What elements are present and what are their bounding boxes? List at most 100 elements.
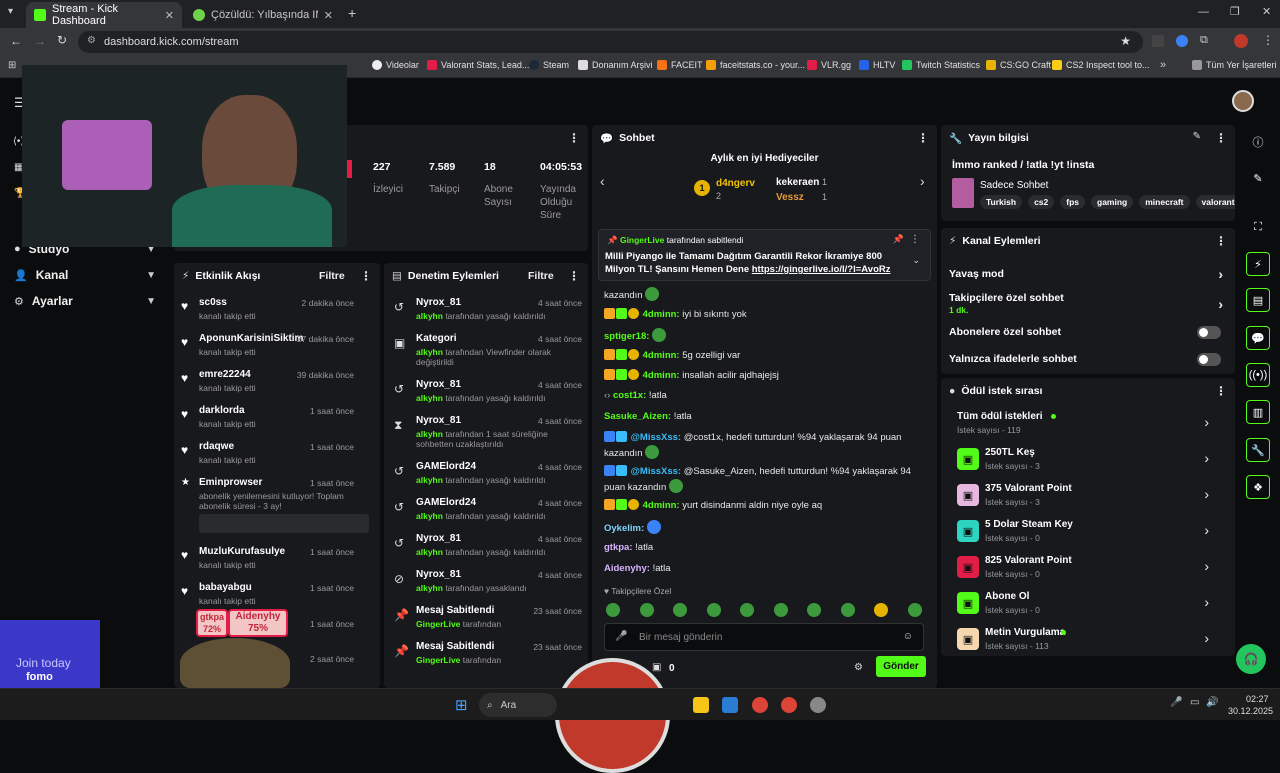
emote-icon[interactable] <box>874 603 889 617</box>
sidebar-item-settings[interactable]: ⚙ Ayarlar ▼ <box>0 288 170 314</box>
edit-pencil-icon[interactable]: ✎ <box>1246 166 1270 190</box>
more-options-icon[interactable]: ⋮ <box>1215 384 1227 398</box>
tag[interactable]: Turkish <box>980 195 1023 209</box>
chevron-down-icon[interactable]: ⌄ <box>912 255 920 266</box>
gifter-name[interactable]: Vessz <box>776 192 804 203</box>
clock-time[interactable]: 02:27 <box>1246 694 1269 704</box>
microphone-icon[interactable]: 🎤 <box>1170 697 1182 708</box>
tab-imei[interactable]: Çözüldü: Yılbaşında IMEI sıfırlar ✕ <box>185 2 341 28</box>
emotes-chat-toggle[interactable] <box>1197 352 1221 366</box>
bookmark-item[interactable]: Valorant Stats, Lead... <box>427 60 529 70</box>
chat-username[interactable]: 4dminn: <box>643 309 680 320</box>
back-icon[interactable]: ← <box>10 34 22 48</box>
extension-icon[interactable] <box>1152 35 1164 47</box>
feed-username[interactable]: MuzluKurufasulye <box>199 546 285 557</box>
followers-chat-row[interactable]: Takipçilere özel sohbet 1 dk. › <box>949 290 1229 318</box>
clock-date[interactable]: 30.12.2025 <box>1228 706 1273 716</box>
user-avatar[interactable] <box>1232 90 1254 112</box>
chevron-left-icon[interactable]: ‹ <box>600 173 605 189</box>
tab-kick-dashboard[interactable]: Stream - Kick Dashboard ✕ <box>26 2 182 28</box>
tab-search-icon[interactable]: ▾ <box>8 6 13 17</box>
emote-icon[interactable] <box>907 603 922 617</box>
tag[interactable]: cs2 <box>1028 195 1055 209</box>
bookmark-item[interactable]: CS:GO Craft <box>986 60 1051 70</box>
bookmark-item[interactable]: Steam <box>529 60 569 70</box>
more-options-icon[interactable]: ⋮ <box>568 131 580 145</box>
mod-target[interactable]: GAMElord24 <box>416 497 476 508</box>
fullscreen-icon[interactable]: ⛶ <box>1246 215 1270 239</box>
new-tab-icon[interactable]: + <box>348 5 356 21</box>
feed-username[interactable]: darklorda <box>199 405 245 416</box>
wrench-icon[interactable]: 🔧 <box>1246 438 1270 462</box>
mod-target[interactable]: Mesaj Sabitlendi <box>416 605 494 616</box>
chat-username[interactable]: 4dminn: <box>643 370 680 381</box>
chat-username[interactable]: 4dminn: <box>643 500 680 511</box>
pinned-user[interactable]: GingerLive <box>620 235 664 245</box>
mod-target[interactable]: Nyrox_81 <box>416 415 461 426</box>
emote-icon[interactable] <box>673 603 688 617</box>
bookmark-item[interactable]: HLTV <box>859 60 895 70</box>
fomo-promo[interactable]: Join today fomo <box>0 620 100 688</box>
more-options-icon[interactable]: ⋮ <box>1215 131 1227 145</box>
volume-icon[interactable]: 🔊 <box>1206 697 1218 708</box>
edit-pencil-icon[interactable]: ✎ <box>1193 131 1201 142</box>
chat-username[interactable]: Sasuke_Aizen: <box>604 411 671 422</box>
tag[interactable]: gaming <box>1091 195 1134 209</box>
slow-mode-row[interactable]: Yavaş mod › <box>949 264 1229 284</box>
chat-username[interactable]: @MissXss: <box>631 432 681 443</box>
minimize-icon[interactable]: — <box>1198 6 1209 18</box>
taskbar-search[interactable]: ⌕ Ara <box>479 693 557 717</box>
chat-username[interactable]: cost1x: <box>613 390 646 401</box>
tag[interactable]: valorant <box>1195 195 1235 209</box>
windows-start-icon[interactable]: ⊞ <box>455 696 468 714</box>
more-options-icon[interactable]: ⋮ <box>568 269 580 283</box>
close-window-icon[interactable]: ✕ <box>1262 5 1271 18</box>
more-options-icon[interactable]: ⋮ <box>910 234 920 245</box>
maximize-icon[interactable]: ❐ <box>1230 5 1240 18</box>
emote-icon[interactable] <box>606 603 620 617</box>
gifter-name[interactable]: kekeraen <box>776 177 819 188</box>
gear-icon[interactable]: ⚙ <box>854 662 863 673</box>
bookmark-star-icon[interactable]: ★ <box>1120 34 1131 48</box>
support-headset-icon[interactable]: 🎧 <box>1236 644 1266 674</box>
feed-username[interactable]: AponunKarisiniSiktim <box>199 333 303 344</box>
url-field[interactable]: ⚙ dashboard.kick.com/stream ★ <box>78 31 1143 53</box>
filter-button[interactable]: Filtre <box>528 270 554 282</box>
close-icon[interactable]: ✕ <box>165 9 174 22</box>
reward-item[interactable]: ▣ Abone Ol İstek sayısı - 0 › <box>949 590 1219 620</box>
extension-icon[interactable] <box>1176 35 1188 47</box>
emote-icon[interactable] <box>639 603 654 617</box>
mod-target[interactable]: Kategori <box>416 333 457 344</box>
chat-username[interactable]: sptiger18: <box>604 331 649 342</box>
mod-target[interactable]: Nyrox_81 <box>416 379 461 390</box>
chrome-icon[interactable] <box>752 697 768 713</box>
feed-username[interactable]: emre22244 <box>199 369 251 380</box>
mod-target[interactable]: Nyrox_81 <box>416 297 461 308</box>
tag[interactable]: fps <box>1060 195 1086 209</box>
more-options-icon[interactable]: ⋮ <box>360 269 372 283</box>
chat-username[interactable]: 4dminn: <box>643 350 680 361</box>
chrome-icon[interactable] <box>781 697 797 713</box>
sidebar-item-channel[interactable]: 👤 Kanal ▼ <box>0 262 170 288</box>
more-menu-icon[interactable]: ⋮ <box>1262 33 1274 47</box>
gift-icon[interactable]: ❖ <box>1246 475 1270 499</box>
chat-username[interactable]: Oykelim: <box>604 523 644 534</box>
reward-item[interactable]: ▣ 375 Valorant Point İstek sayısı - 3 › <box>949 482 1219 512</box>
emoji-icon[interactable]: ☺ <box>903 631 913 642</box>
profile-avatar[interactable] <box>1234 34 1248 48</box>
chat-username[interactable]: gtkpa: <box>604 542 633 553</box>
reward-item[interactable]: ▣ 825 Valorant Point İstek sayısı - 0 › <box>949 554 1219 584</box>
chat-input[interactable]: 🎤 Bir mesaj gönderin ☺ <box>604 623 924 651</box>
network-icon[interactable]: ▭ <box>1190 697 1199 708</box>
bookmark-item[interactable]: CS2 Inspect tool to... <box>1052 60 1150 70</box>
mod-target[interactable]: Nyrox_81 <box>416 569 461 580</box>
feed-username[interactable]: sc0ss <box>199 297 227 308</box>
stream-category[interactable]: Sadece Sohbet <box>980 180 1048 191</box>
pinned-link[interactable]: https://gingerlive.io/l/?l=AvoRz <box>752 264 891 275</box>
emote-icon[interactable] <box>840 603 855 617</box>
more-options-icon[interactable]: ⋮ <box>917 131 929 145</box>
emote-icon[interactable] <box>807 603 822 617</box>
mod-target[interactable]: Mesaj Sabitlendi <box>416 641 494 652</box>
bookmark-item[interactable]: FACEIT <box>657 60 703 70</box>
reward-item[interactable]: Tüm ödül istekleri İstek sayısı - 119 › <box>949 410 1219 440</box>
